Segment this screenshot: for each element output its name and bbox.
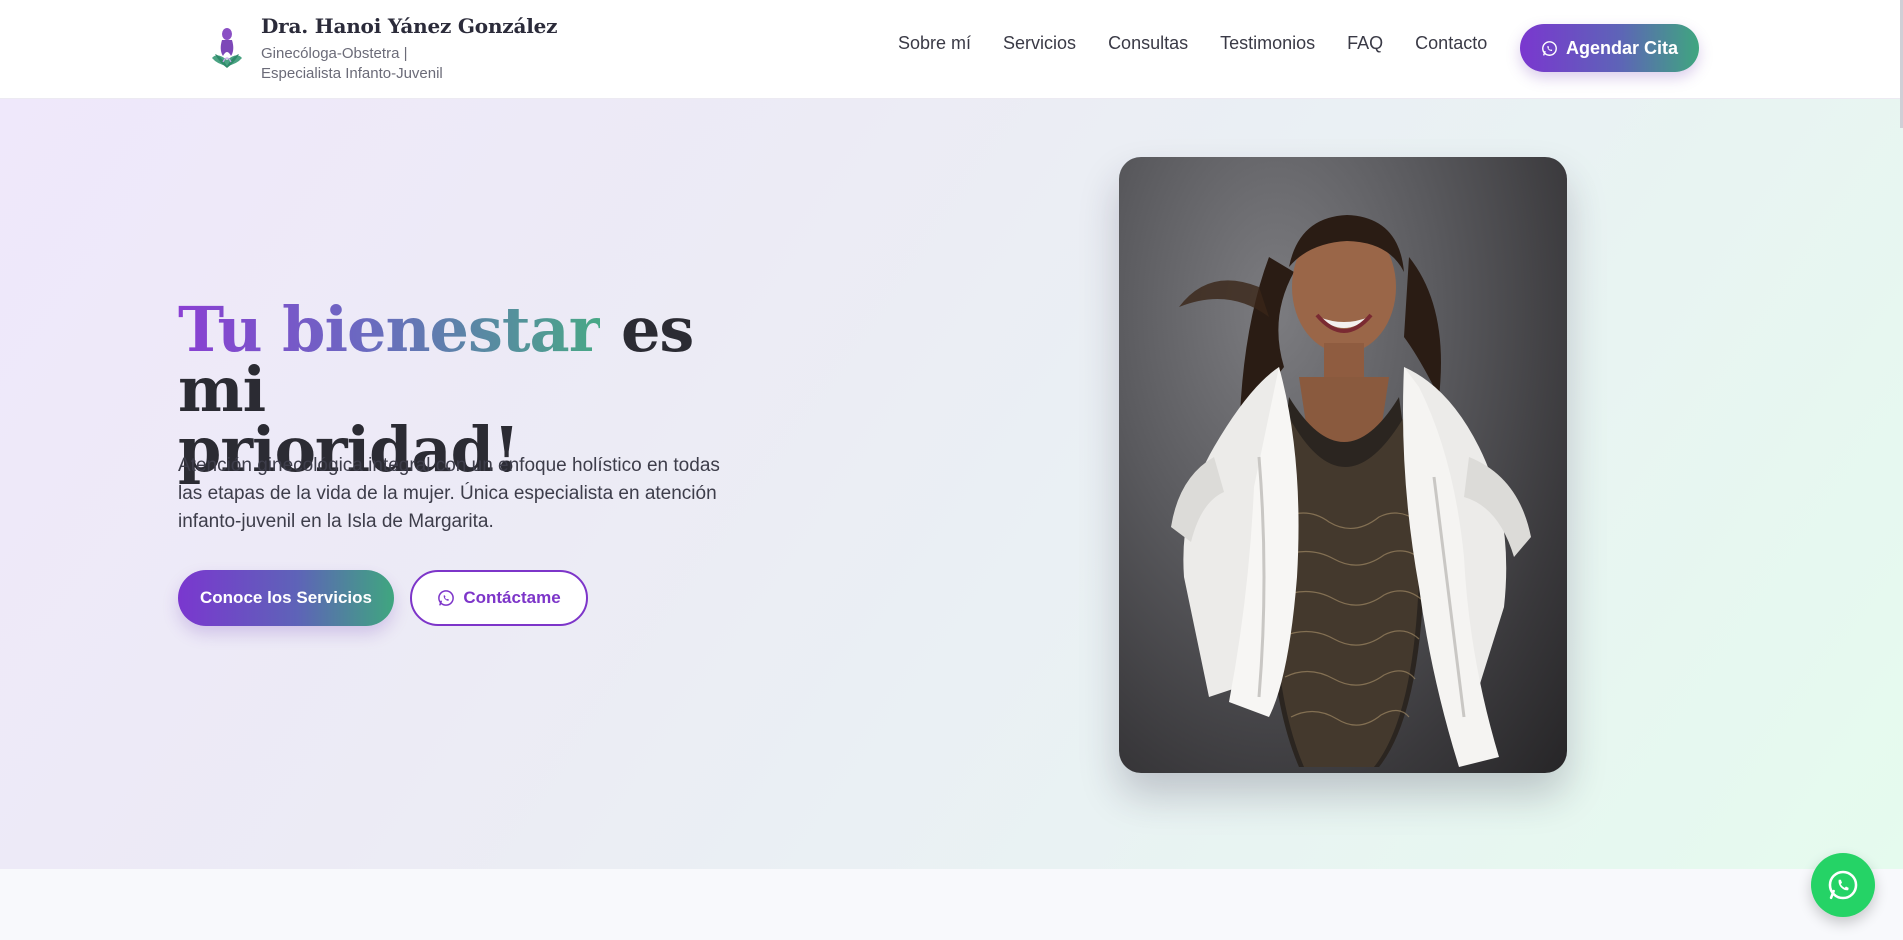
main-nav: Sobre mí Servicios Consultas Testimonios…: [898, 32, 1519, 54]
nav-faq[interactable]: FAQ: [1347, 32, 1383, 54]
nav-testimonios[interactable]: Testimonios: [1220, 32, 1315, 54]
nav-consultas[interactable]: Consultas: [1108, 32, 1188, 54]
portrait-illustration: [1171, 215, 1531, 767]
nav-sobre-mi[interactable]: Sobre mí: [898, 32, 971, 54]
site-header: Dra. Hanoi Yánez González Ginecóloga-Obs…: [0, 0, 1903, 99]
brand-name: Dra. Hanoi Yánez González: [261, 14, 558, 38]
nav-servicios[interactable]: Servicios: [1003, 32, 1076, 54]
brand-link[interactable]: Dra. Hanoi Yánez González Ginecóloga-Obs…: [209, 14, 557, 84]
contactame-button[interactable]: Contáctame: [410, 570, 588, 626]
agendar-cita-button[interactable]: Agendar Cita: [1520, 24, 1699, 72]
conoce-servicios-button[interactable]: Conoce los Servicios: [178, 570, 394, 626]
brand-subtitle-line1: Ginecóloga-Obstetra |: [261, 45, 408, 62]
whatsapp-icon: [438, 590, 455, 606]
nav-contacto[interactable]: Contacto: [1415, 32, 1487, 54]
lotus-woman-logo: [212, 28, 242, 68]
agendar-cita-label: Agendar Cita: [1565, 37, 1679, 58]
whatsapp-icon: [1828, 870, 1858, 900]
brand-subtitle-line2: Especialista Infanto-Juvenil: [261, 65, 443, 82]
doctor-portrait: [1119, 157, 1567, 773]
whatsapp-icon: [1542, 40, 1557, 56]
contactame-label: Contáctame: [463, 588, 561, 607]
whatsapp-float-button[interactable]: [1811, 853, 1875, 917]
hero-description: Atención ginecológica integral con un en…: [178, 455, 720, 532]
next-section-edge: [0, 869, 1903, 940]
